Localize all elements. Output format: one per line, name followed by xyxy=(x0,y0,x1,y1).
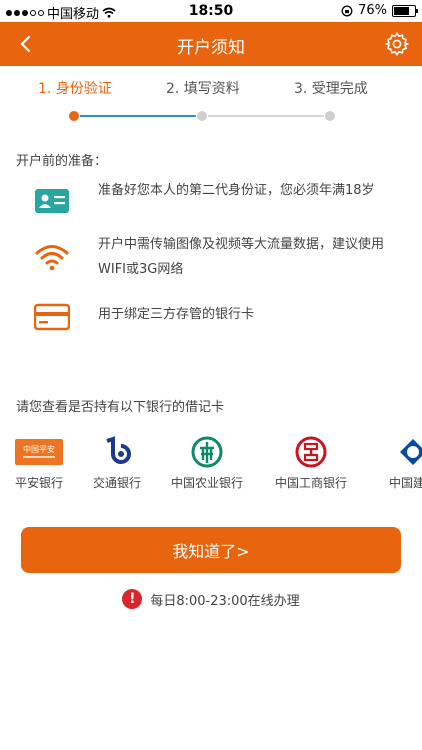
progress-line-pending xyxy=(208,115,324,117)
step-1-dot xyxy=(69,111,79,121)
step-1-label: 1. 身份验证 xyxy=(38,81,112,97)
step-2-label: 2. 填写资料 xyxy=(166,81,240,97)
bank-name: 中国工商银行 xyxy=(274,476,347,490)
step-progress xyxy=(0,110,422,124)
service-hours: ! 每日8:00-23:00在线办理 xyxy=(0,589,422,609)
service-hours-text: 每日8:00-23:00在线办理 xyxy=(150,593,300,609)
rotation-lock-icon xyxy=(341,5,353,16)
bocom-logo-icon xyxy=(106,436,131,464)
bank-item-icbc: 中国工商银行 xyxy=(266,436,356,491)
preparation-title: 开户前的准备： xyxy=(16,154,108,169)
progress-line-done xyxy=(80,115,196,117)
step-3-label: 3. 受理完成 xyxy=(294,81,368,97)
bank-name: 中国建设 xyxy=(388,476,422,490)
requirement-text: 开户中需传输图像及视频等大流量数据，建议使用WIFI或3G网络 xyxy=(98,237,385,277)
bank-item-bocom: 交通银行 xyxy=(72,436,162,491)
confirm-button[interactable]: 我知道了> xyxy=(21,527,401,573)
battery-icon xyxy=(392,4,418,17)
pingan-logo-icon: 中国平安 xyxy=(15,439,63,465)
bank-card-icon xyxy=(34,303,70,331)
requirement-text: 用于绑定三方存管的银行卡 xyxy=(98,307,255,322)
battery-percent: 76% xyxy=(358,3,387,18)
alert-icon: ! xyxy=(122,589,143,609)
requirement-text: 准备好您本人的第二代身份证，您必须年满18岁 xyxy=(98,183,375,198)
id-card-icon xyxy=(35,189,69,213)
bank-list: 中国平安 平安银行 交通银行 中国农业银行 中国工商银行 中国建 xyxy=(0,436,422,496)
wifi-icon xyxy=(35,245,69,271)
ccb-logo-icon xyxy=(400,439,422,465)
step-labels: 1. 身份验证 2. 填写资料 3. 受理完成 xyxy=(0,78,422,98)
abc-logo-icon xyxy=(191,436,223,468)
bank-item-ccb: 中国建设 xyxy=(368,436,422,491)
bank-name: 交通银行 xyxy=(92,476,141,490)
step-3-dot xyxy=(325,111,335,121)
status-bar: 中国移动 18:50 76% xyxy=(0,0,422,22)
nav-bar: 开户须知 xyxy=(0,22,422,66)
icbc-logo-icon xyxy=(295,436,327,468)
step-2-dot xyxy=(197,111,207,121)
bank-item-abc: 中国农业银行 xyxy=(162,436,252,491)
svg-text:中国平安: 中国平安 xyxy=(23,444,55,454)
page-title: 开户须知 xyxy=(177,38,245,58)
gear-icon[interactable] xyxy=(384,31,410,57)
banks-title: 请您查看是否持有以下银行的借记卡 xyxy=(16,400,225,415)
bank-name: 中国农业银行 xyxy=(170,476,243,490)
